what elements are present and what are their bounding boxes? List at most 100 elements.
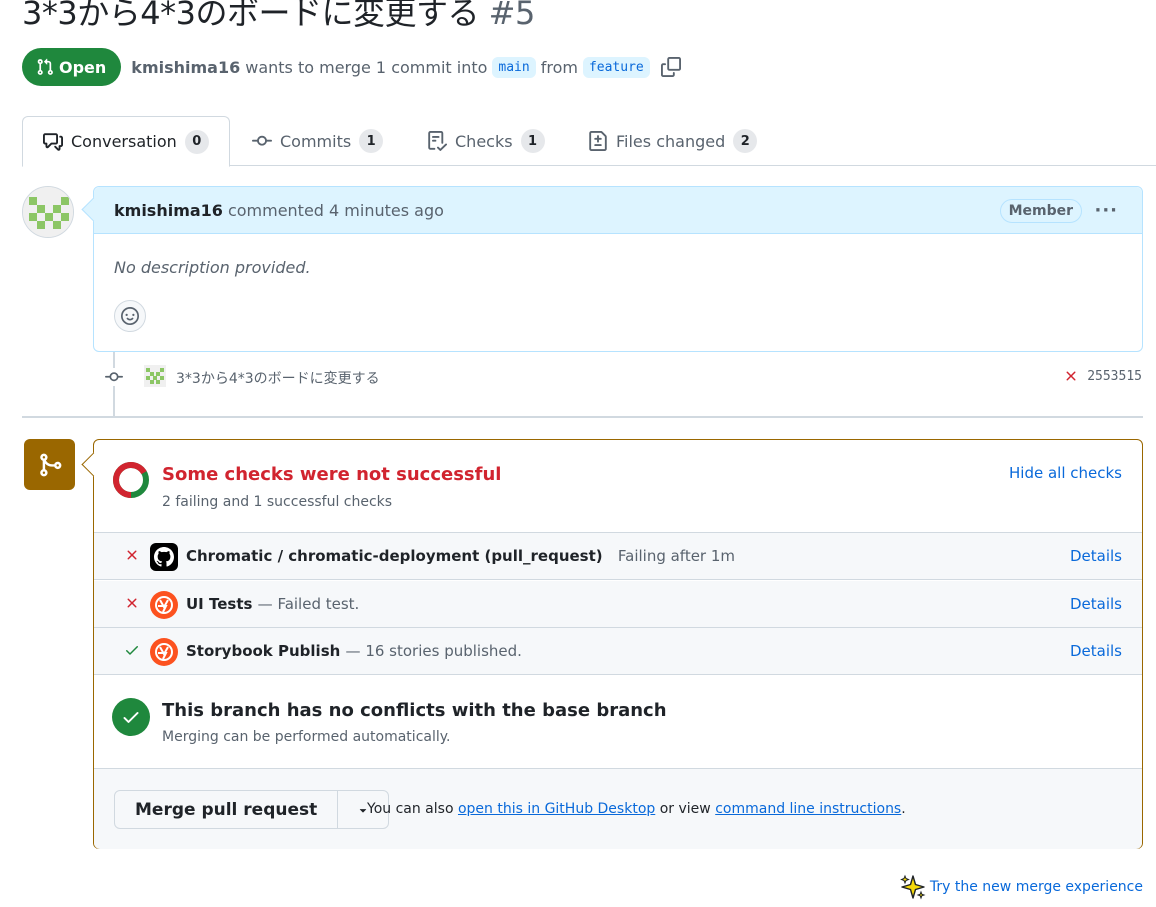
comment-timestamp[interactable]: commented 4 minutes ago — [228, 201, 444, 220]
x-failure-icon — [127, 550, 137, 560]
commit-sha-group: 2553515 — [1063, 368, 1142, 384]
check-success-icon — [126, 646, 138, 655]
check-status — [124, 642, 140, 658]
commit-sha-link[interactable]: 2553515 — [1087, 369, 1142, 384]
merge-text: wants to merge 1 commit into — [245, 57, 488, 77]
tab-conversation-label: Conversation — [71, 132, 177, 151]
commit-author-avatar[interactable] — [144, 365, 166, 387]
tab-files-changed[interactable]: Files changed 2 — [568, 116, 777, 166]
comment-body: No description provided. — [114, 258, 311, 277]
check-row: Chromatic / chromatic-deployment (pull_r… — [94, 533, 1142, 580]
pr-state-row: Open kmishima16 wants to merge 1 commit … — [22, 48, 681, 86]
tab-commits[interactable]: Commits 1 — [232, 116, 403, 166]
merge-note-prefix: You can also — [367, 801, 454, 817]
check-description: — 16 stories published. — [345, 642, 522, 660]
no-conflicts-section: This branch has no conflicts with the ba… — [94, 676, 1142, 769]
checklist-icon — [428, 131, 447, 151]
timeline-divider — [22, 416, 1143, 418]
tab-files-changed-label: Files changed — [616, 131, 726, 151]
hide-all-checks-button[interactable]: Hide all checks — [1009, 464, 1122, 482]
check-circle-icon — [112, 698, 150, 736]
base-branch[interactable]: main — [492, 56, 536, 78]
chromatic-icon[interactable] — [150, 638, 178, 666]
git-commit-icon — [105, 372, 123, 382]
state-label: Open — [59, 57, 107, 77]
x-failure-icon — [127, 598, 137, 608]
tab-commits-count: 1 — [359, 129, 384, 153]
tab-conversation[interactable]: Conversation 0 — [22, 116, 230, 167]
copy-branch-button[interactable] — [660, 57, 681, 77]
pr-tabs: Conversation 0 Commits 1 Checks 1 Files … — [22, 116, 1156, 167]
tab-files-changed-count: 2 — [733, 129, 758, 153]
smiley-icon — [121, 307, 139, 325]
checks-title: Some checks were not successful — [162, 464, 502, 485]
check-details-link[interactable]: Details — [1070, 595, 1122, 613]
avatar[interactable] — [22, 186, 74, 238]
no-conflicts-title: This branch has no conflicts with the ba… — [162, 700, 667, 721]
checks-header: Some checks were not successful 2 failin… — [94, 440, 1142, 533]
sparkle-icon — [900, 874, 926, 900]
merge-note: You can also open this in GitHub Desktop… — [367, 801, 906, 817]
kebab-menu-icon[interactable]: ··· — [1094, 200, 1118, 221]
identicon-icon — [144, 365, 166, 387]
commit-node — [104, 368, 124, 386]
try-new-merge-label: Try the new merge experience — [929, 879, 1143, 895]
pr-title: 3*3から4*3のボードに変更する #5 — [22, 0, 535, 34]
check-status — [124, 595, 140, 611]
pr-title-text: 3*3から4*3のボードに変更する — [22, 0, 479, 32]
check-name-text: Storybook Publish — [186, 642, 341, 660]
merge-pull-request-button[interactable]: Merge pull request — [115, 791, 339, 828]
state-badge: Open — [22, 48, 122, 86]
merge-note-middle: or view — [659, 801, 711, 817]
merge-status-icon — [24, 439, 75, 490]
x-failure-icon[interactable] — [1063, 368, 1079, 384]
comment-box: kmishima16 commented 4 minutes ago Membe… — [93, 186, 1143, 352]
command-line-instructions-link[interactable]: command line instructions — [715, 801, 901, 817]
check-details-link[interactable]: Details — [1070, 642, 1122, 660]
comment-discussion-icon — [43, 132, 63, 151]
copy-icon — [660, 57, 681, 77]
merge-button-group: Merge pull request — [114, 790, 390, 829]
check-status — [124, 547, 140, 563]
member-badge: Member — [999, 199, 1082, 223]
git-pull-request-icon — [37, 58, 53, 75]
try-new-merge-link[interactable]: Try the new merge experience — [900, 874, 1143, 900]
tab-commits-label: Commits — [280, 131, 352, 151]
from-text: from — [540, 57, 578, 77]
comment-header: kmishima16 commented 4 minutes ago Membe… — [94, 187, 1142, 234]
tab-checks-count: 1 — [520, 129, 545, 153]
git-merge-icon — [39, 453, 61, 476]
check-name: UI Tests — Failed test. — [186, 595, 359, 613]
merge-note-suffix: . — [901, 801, 906, 817]
check-name-text: UI Tests — [186, 595, 253, 613]
checks-summary: 2 failing and 1 successful checks — [162, 494, 393, 510]
pr-author-link[interactable]: kmishima16 — [131, 58, 240, 77]
add-reaction-button[interactable] — [114, 300, 146, 332]
identicon-icon — [23, 187, 73, 237]
check-row: UI Tests — Failed test. Details — [94, 581, 1142, 628]
no-conflicts-subtitle: Merging can be performed automatically. — [162, 729, 451, 745]
check-name: Storybook Publish — 16 stories published… — [186, 642, 522, 660]
chromatic-icon[interactable] — [150, 591, 178, 619]
check-details-link[interactable]: Details — [1070, 547, 1122, 565]
check-name-text: Chromatic / chromatic-deployment (pull_r… — [186, 547, 603, 565]
check-name: Chromatic / chromatic-deployment (pull_r… — [186, 547, 735, 565]
comment-author-link[interactable]: kmishima16 — [114, 201, 223, 220]
check-row: Storybook Publish — 16 stories published… — [94, 628, 1142, 675]
check-description: — Failed test. — [257, 595, 360, 613]
pr-number: #5 — [488, 0, 536, 32]
commit-message-link[interactable]: 3*3から4*3のボードに変更する — [176, 368, 380, 388]
check-description: Failing after 1m — [617, 547, 736, 565]
tab-checks-label: Checks — [455, 131, 513, 151]
git-commit-icon — [252, 135, 272, 146]
open-github-desktop-link[interactable]: open this in GitHub Desktop — [458, 801, 655, 817]
tab-conversation-count: 0 — [184, 129, 209, 154]
merge-footer: Merge pull request You can also open thi… — [94, 769, 1142, 849]
github-icon[interactable] — [150, 543, 178, 571]
head-branch[interactable]: feature — [582, 56, 650, 78]
pr-meta: kmishima16 wants to merge 1 commit into … — [131, 56, 681, 78]
merge-box: Some checks were not successful 2 failin… — [93, 439, 1143, 849]
checks-donut-icon — [113, 462, 149, 498]
file-diff-icon — [589, 131, 607, 151]
tab-checks[interactable]: Checks 1 — [407, 116, 565, 166]
